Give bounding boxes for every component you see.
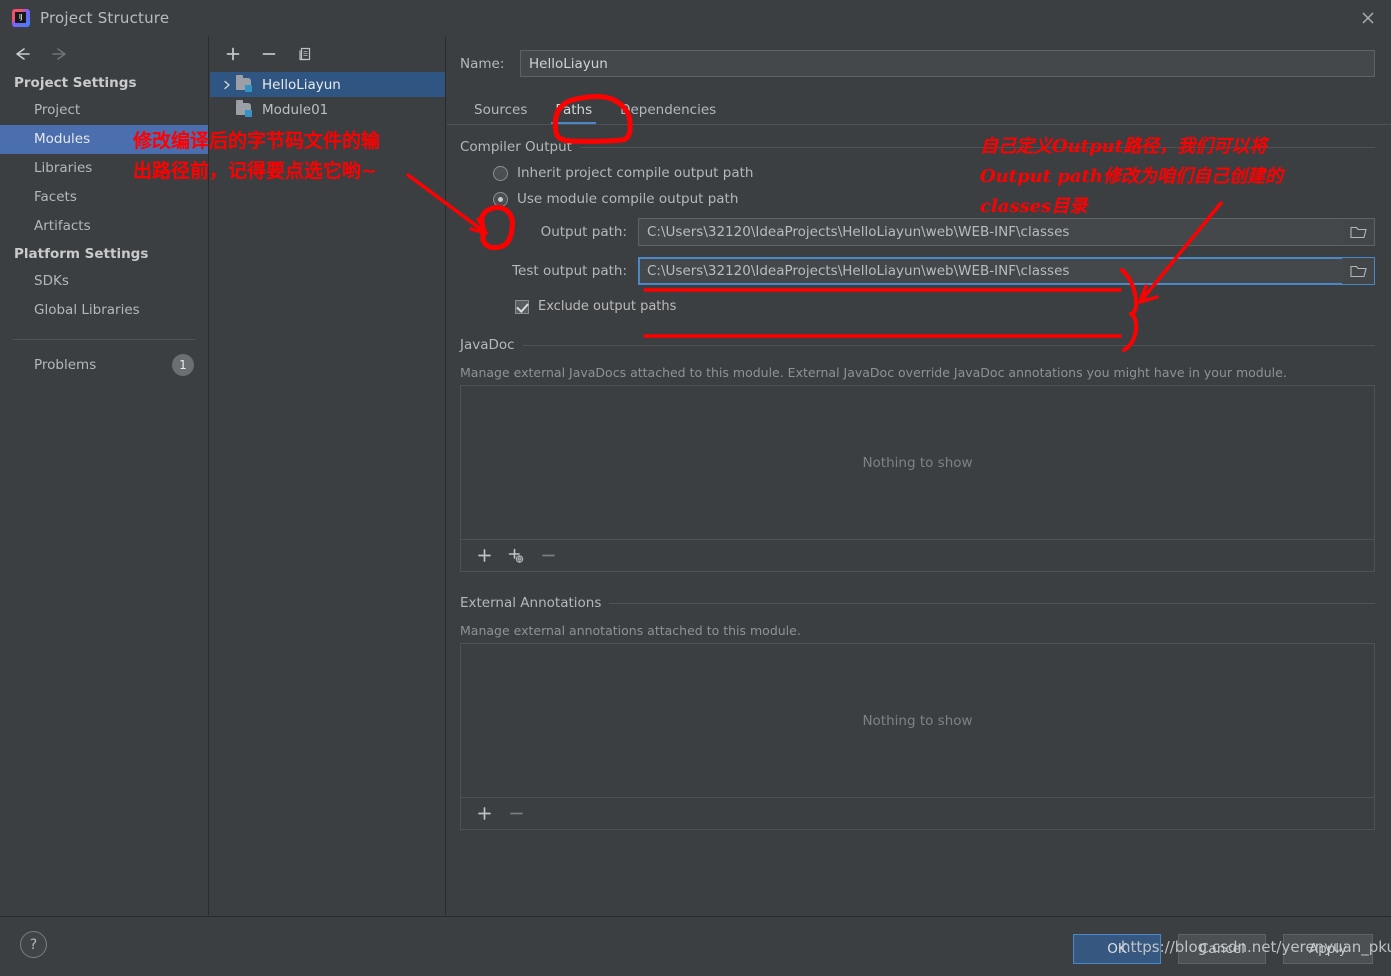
tabs-underline [447, 124, 1391, 125]
test-output-path-input[interactable] [639, 258, 1342, 284]
module-tree-rows: HelloLiayun Module01 [210, 72, 445, 122]
arrow-right-icon[interactable] [50, 43, 72, 65]
use-module-output-radio[interactable] [493, 191, 508, 207]
apply-button[interactable]: Apply [1283, 934, 1373, 964]
javadoc-hint: Manage external JavaDocs attached to thi… [460, 365, 1287, 380]
tree-row[interactable]: Module01 [210, 97, 445, 122]
folder-icon[interactable] [1342, 258, 1374, 284]
chevron-right-icon[interactable] [218, 80, 236, 90]
exclude-output-paths-label: Exclude output paths [538, 299, 677, 314]
output-path-field-wrap [638, 218, 1375, 246]
minus-icon[interactable] [256, 42, 282, 66]
compiler-output-title: Compiler Output [460, 139, 572, 155]
close-icon[interactable] [1345, 0, 1391, 36]
plus-icon[interactable] [220, 42, 246, 66]
inherit-output-radio-row[interactable]: Inherit project compile output path [493, 165, 1375, 181]
module-name-row: Name: [447, 36, 1391, 77]
module-name-label: Name: [460, 55, 505, 72]
javadoc-title-row: JavaDoc [460, 337, 1375, 353]
javadoc-section: JavaDoc Manage external JavaDocs attache… [460, 337, 1375, 572]
sidebar-item-sdks[interactable]: SDKs [0, 267, 208, 296]
tab-dependencies[interactable]: Dependencies [606, 99, 730, 125]
sidebar-item-modules[interactable]: Modules [0, 125, 208, 154]
tab-sources[interactable]: Sources [460, 99, 541, 125]
module-tree-toolbar [210, 36, 445, 66]
inherit-output-radio[interactable] [493, 165, 508, 181]
project-structure-dialog: IJ Project Structure Project Settings Pr… [0, 0, 1391, 976]
external-annotations-title-row: External Annotations [460, 595, 1375, 611]
dialog-footer: ? OK Cancel Apply [0, 916, 1391, 976]
sidebar-group-platform-settings: Platform Settings [14, 246, 149, 262]
external-annotations-empty-text: Nothing to show [862, 712, 973, 729]
sidebar-item-project[interactable]: Project [0, 96, 208, 125]
javadoc-list[interactable]: Nothing to show [460, 385, 1375, 540]
test-output-path-field-wrap [638, 257, 1375, 285]
sidebar-item-problems[interactable]: Problems 1 [0, 350, 208, 380]
sidebar-divider [12, 339, 196, 340]
use-module-output-radio-row[interactable]: Use module compile output path [493, 191, 1375, 207]
javadoc-title: JavaDoc [460, 337, 515, 353]
external-annotations-hint: Manage external annotations attached to … [460, 623, 801, 638]
module-settings-panel: Name: Sources Paths Dependencies Compile… [447, 36, 1391, 915]
sidebar-item-libraries[interactable]: Libraries [0, 154, 208, 183]
problems-count-badge: 1 [172, 354, 194, 376]
exclude-output-paths-row[interactable]: Exclude output paths [515, 299, 1375, 314]
output-path-row: Output path: [460, 218, 1375, 246]
window-title: Project Structure [40, 9, 170, 27]
sidebar-item-facets[interactable]: Facets [0, 183, 208, 212]
plus-icon[interactable] [474, 804, 494, 824]
minus-icon[interactable] [506, 804, 526, 824]
plus-globe-icon[interactable] [506, 546, 526, 566]
tab-paths[interactable]: Paths [541, 99, 606, 125]
inherit-output-label: Inherit project compile output path [517, 165, 754, 181]
output-path-label: Output path: [540, 224, 627, 240]
module-tabs: Sources Paths Dependencies [447, 94, 1391, 125]
plus-icon[interactable] [474, 546, 494, 566]
sidebar-group-project-settings: Project Settings [14, 75, 137, 91]
folder-icon[interactable] [1342, 219, 1374, 245]
module-icon [236, 99, 256, 118]
tree-row[interactable]: HelloLiayun [210, 72, 445, 97]
section-rule [522, 344, 1375, 346]
title-bar: IJ Project Structure [0, 0, 1391, 36]
javadoc-empty-text: Nothing to show [862, 454, 973, 471]
problems-label: Problems [34, 357, 97, 373]
help-button[interactable]: ? [20, 931, 47, 958]
section-rule [609, 602, 1375, 604]
settings-sidebar: Project Settings Project Modules Librari… [0, 36, 209, 915]
module-name-input[interactable] [520, 50, 1375, 77]
module-tree-panel: HelloLiayun Module01 [210, 36, 446, 915]
external-annotations-toolbar [460, 798, 1375, 830]
external-annotations-section: External Annotations Manage external ann… [460, 595, 1375, 830]
intellij-idea-icon: IJ [12, 9, 30, 27]
external-annotations-list[interactable]: Nothing to show [460, 643, 1375, 798]
use-module-output-label: Use module compile output path [517, 191, 739, 207]
compiler-output-section: Compiler Output Inherit project compile … [460, 139, 1375, 314]
compiler-output-title-row: Compiler Output [460, 139, 1375, 155]
tree-row-label: HelloLiayun [262, 76, 341, 93]
arrow-left-icon[interactable] [10, 43, 32, 65]
sidebar-item-artifacts[interactable]: Artifacts [0, 212, 208, 241]
minus-icon[interactable] [538, 546, 558, 566]
external-annotations-title: External Annotations [460, 595, 602, 611]
tree-row-label: Module01 [262, 101, 329, 118]
test-output-path-label: Test output path: [512, 263, 627, 279]
ok-button[interactable]: OK [1073, 934, 1161, 964]
copy-icon[interactable] [292, 42, 318, 66]
sidebar-item-global-libraries[interactable]: Global Libraries [0, 296, 208, 325]
output-path-input[interactable] [639, 219, 1342, 245]
exclude-output-paths-checkbox[interactable] [515, 299, 529, 314]
sidebar-nav-arrows [0, 38, 208, 70]
section-rule [579, 146, 1375, 148]
test-output-path-row: Test output path: [460, 257, 1375, 285]
cancel-button[interactable]: Cancel [1178, 934, 1266, 964]
module-icon [236, 74, 256, 93]
javadoc-toolbar [460, 540, 1375, 572]
